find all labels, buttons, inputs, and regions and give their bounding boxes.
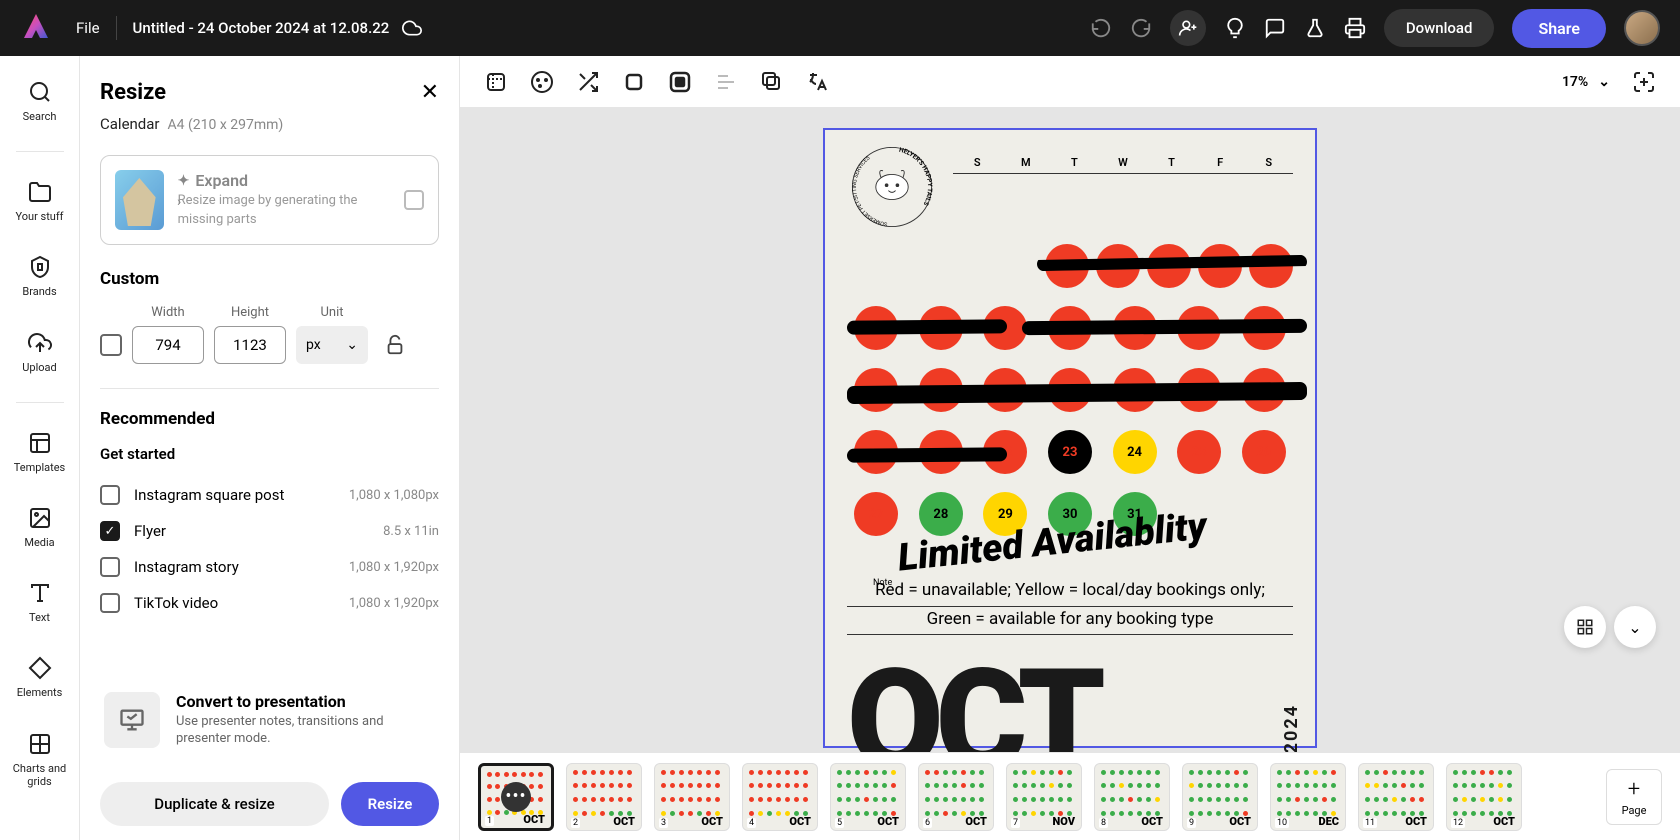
download-button[interactable]: Download [1384, 9, 1495, 47]
rail-templates[interactable]: Templates [0, 427, 79, 478]
custom-heading: Custom [100, 269, 439, 289]
page-thumbnail[interactable]: 8OCT [1094, 763, 1170, 831]
add-page-button[interactable]: +Page [1606, 769, 1662, 825]
align-icon[interactable] [714, 70, 738, 94]
left-rail: Search Your stuff Brands Upload Template… [0, 56, 80, 840]
cloud-sync-icon[interactable] [401, 17, 423, 39]
checkbox[interactable] [100, 593, 120, 613]
app-logo[interactable] [20, 12, 52, 44]
page-thumbnail[interactable]: 6OCT [918, 763, 994, 831]
expand-desc: Resize image by generating the missing p… [178, 192, 390, 228]
size-option[interactable]: Instagram story1,080 x 1,920px [100, 549, 439, 585]
page-thumbnail[interactable]: 4OCT [742, 763, 818, 831]
note-label: Note [873, 578, 892, 588]
chevron-right-icon: › [177, 194, 181, 210]
expand-card[interactable]: › ✦Expand Resize image by generating the… [100, 155, 439, 245]
chevron-down-icon[interactable]: ⌄ [1614, 606, 1656, 648]
grid-view-icon[interactable] [1564, 606, 1606, 648]
palette-icon[interactable] [530, 70, 554, 94]
page-filmstrip: 1OCT•••2OCT3OCT4OCT5OCT6OCT7NOV8OCT9OCT1… [460, 752, 1680, 840]
checkbox[interactable] [100, 557, 120, 577]
rail-search[interactable]: Search [0, 76, 79, 127]
file-menu[interactable]: File [76, 19, 100, 37]
rail-media[interactable]: Media [0, 502, 79, 553]
page-thumbnail[interactable]: 1OCT••• [478, 763, 554, 831]
duplicate-resize-button[interactable]: Duplicate & resize [100, 782, 329, 826]
translate-icon[interactable] [806, 70, 830, 94]
convert-card[interactable]: Convert to presentation Use presenter no… [94, 678, 445, 762]
panel-title: Resize [100, 80, 166, 105]
page-thumbnail[interactable]: 12OCT [1446, 763, 1522, 831]
year-display: 2024 [1285, 704, 1299, 752]
lightbulb-icon[interactable] [1224, 17, 1246, 39]
canvas-area: 17%⌄ HELYER'S HAPPY TAILSSOMERSET PET-SI… [460, 56, 1680, 840]
page-thumbnail[interactable]: 9OCT [1182, 763, 1258, 831]
rail-your-stuff[interactable]: Your stuff [0, 176, 79, 227]
checkbox[interactable] [100, 521, 120, 541]
rail-text[interactable]: Text [0, 577, 79, 628]
unlock-icon[interactable] [384, 334, 406, 356]
redo-icon[interactable] [1130, 17, 1152, 39]
page-thumbnail[interactable]: 7NOV [1006, 763, 1082, 831]
comment-icon[interactable] [1264, 17, 1286, 39]
zoom-control[interactable]: 17%⌄ [1562, 74, 1610, 90]
crop-icon[interactable] [484, 70, 508, 94]
divider [116, 16, 117, 40]
month-display: OCT 2024 [847, 665, 1293, 752]
page-thumbnail[interactable]: 10DEC [1270, 763, 1346, 831]
panel-subtitle: CalendarA4 (210 x 297mm) [100, 115, 439, 133]
beaker-icon[interactable] [1304, 17, 1326, 39]
resize-panel: Resize ✕ CalendarA4 (210 x 297mm) › ✦Exp… [80, 56, 460, 840]
recommended-heading: Recommended [100, 409, 439, 429]
rail-elements[interactable]: Elements [0, 652, 79, 703]
business-badge: HELYER'S HAPPY TAILSSOMERSET PET-SITTING… [847, 142, 937, 232]
user-avatar[interactable] [1624, 10, 1660, 46]
checkbox[interactable] [100, 485, 120, 505]
square-filled-icon[interactable] [668, 70, 692, 94]
add-user-icon[interactable] [1170, 10, 1206, 46]
size-option[interactable]: Flyer8.5 x 11in [100, 513, 439, 549]
page-thumbnail[interactable]: 3OCT [654, 763, 730, 831]
resize-button[interactable]: Resize [341, 782, 439, 826]
get-started-heading: Get started [100, 445, 439, 463]
rail-brands[interactable]: Brands [0, 251, 79, 302]
expand-checkbox[interactable] [404, 190, 424, 210]
canvas-toolbar: 17%⌄ [460, 56, 1680, 108]
legend: Red = unavailable; Yellow = local/day bo… [847, 578, 1293, 635]
document-page[interactable]: HELYER'S HAPPY TAILSSOMERSET PET-SITTING… [823, 128, 1317, 748]
expand-thumbnail [115, 170, 164, 230]
convert-title: Convert to presentation [176, 692, 435, 711]
shuffle-icon[interactable] [576, 70, 600, 94]
unit-select[interactable]: px⌄ [296, 326, 368, 364]
width-input[interactable] [132, 326, 204, 364]
convert-desc: Use presenter notes, transitions and pre… [176, 713, 435, 748]
document-title[interactable]: Untitled - 24 October 2024 at 12.08.22 [133, 19, 390, 37]
page-thumbnail[interactable]: 2OCT [566, 763, 642, 831]
page-thumbnail[interactable]: 5OCT [830, 763, 906, 831]
height-input[interactable] [214, 326, 286, 364]
aspect-lock-checkbox[interactable] [100, 334, 122, 356]
day-headers: SMTWTFS [953, 156, 1293, 174]
share-button[interactable]: Share [1512, 9, 1606, 48]
topbar: File Untitled - 24 October 2024 at 12.08… [0, 0, 1680, 56]
page-thumbnail[interactable]: 11OCT [1358, 763, 1434, 831]
size-option[interactable]: Instagram square post1,080 x 1,080px [100, 477, 439, 513]
rail-charts[interactable]: Charts and grids [0, 728, 79, 792]
expand-title: ✦Expand [178, 171, 390, 190]
square-icon[interactable] [622, 70, 646, 94]
presentation-icon [104, 692, 160, 748]
print-icon[interactable] [1344, 17, 1366, 39]
fit-icon[interactable] [1632, 70, 1656, 94]
close-icon[interactable]: ✕ [421, 80, 439, 105]
size-option[interactable]: TikTok video1,080 x 1,920px [100, 585, 439, 621]
rail-upload[interactable]: Upload [0, 327, 79, 378]
undo-icon[interactable] [1090, 17, 1112, 39]
layers-icon[interactable] [760, 70, 784, 94]
